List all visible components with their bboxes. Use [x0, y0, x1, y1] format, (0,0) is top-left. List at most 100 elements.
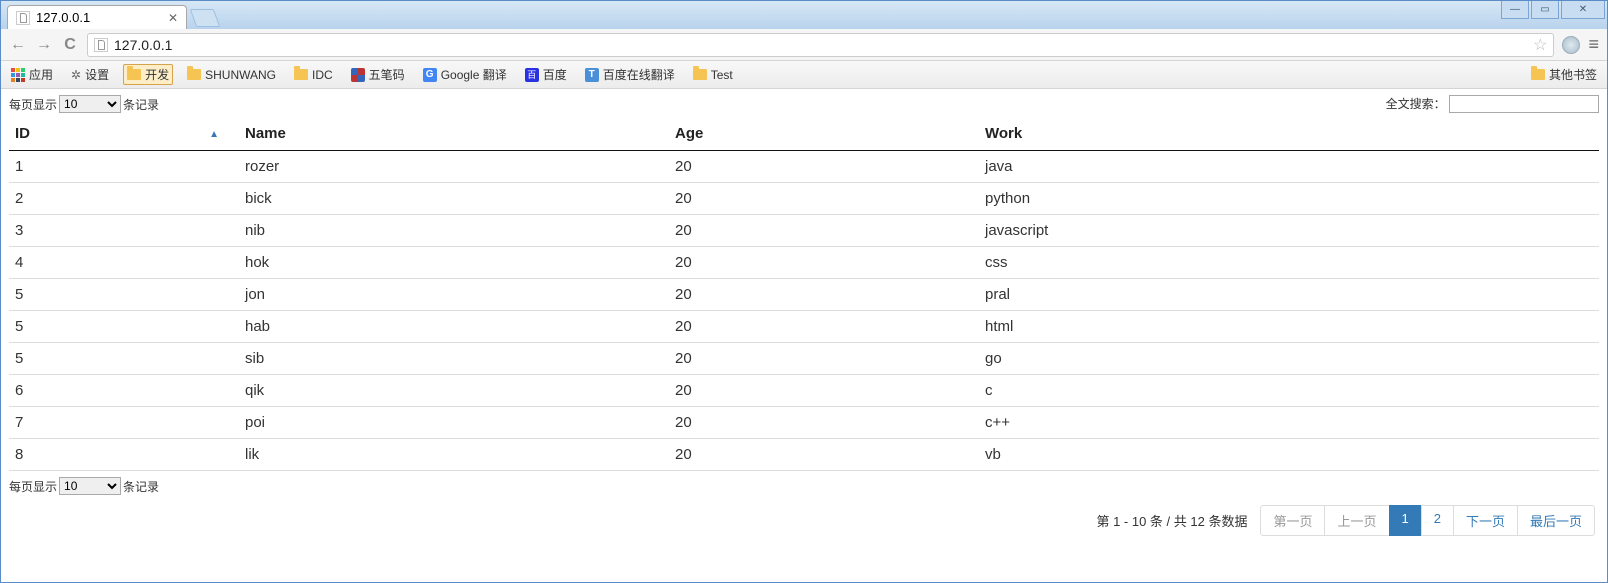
- bookmark-label: Test: [711, 68, 733, 82]
- bookmark-other[interactable]: 其他书签: [1527, 64, 1601, 85]
- folder-icon: [127, 69, 141, 80]
- maximize-button[interactable]: ▭: [1531, 1, 1559, 19]
- table-header-row: ID Name Age Work: [9, 117, 1599, 151]
- cell-work: css: [979, 247, 1599, 279]
- length-prefix: 每页显示: [9, 478, 57, 495]
- cell-name: rozer: [239, 151, 669, 183]
- bookmark-shunwang[interactable]: SHUNWANG: [183, 66, 280, 84]
- page-prev-button[interactable]: 上一页: [1324, 505, 1389, 536]
- bookmark-label: SHUNWANG: [205, 68, 276, 82]
- cell-work: java: [979, 151, 1599, 183]
- cell-id: 8: [9, 439, 239, 471]
- apps-grid-icon: [11, 68, 25, 82]
- page-1-button[interactable]: 1: [1389, 505, 1422, 536]
- cell-age: 20: [669, 279, 979, 311]
- cell-name: poi: [239, 407, 669, 439]
- search-input[interactable]: [1449, 95, 1599, 113]
- page-length-select[interactable]: 10: [59, 95, 121, 113]
- url-input[interactable]: [114, 37, 1527, 53]
- cell-name: hab: [239, 311, 669, 343]
- cell-id: 5: [9, 311, 239, 343]
- table-row: 7poi20c++: [9, 407, 1599, 439]
- page-2-button[interactable]: 2: [1421, 505, 1454, 536]
- new-tab-button[interactable]: [190, 9, 221, 27]
- close-window-button[interactable]: ✕: [1561, 1, 1605, 19]
- length-suffix: 条记录: [123, 478, 159, 495]
- table-body: 1rozer20java2bick20python3nib20javascrip…: [9, 151, 1599, 471]
- table-footer: 第 1 - 10 条 / 共 12 条数据 第一页 上一页 1 2 下一页 最后…: [9, 505, 1599, 536]
- bookmark-google-translate[interactable]: G Google 翻译: [419, 64, 511, 85]
- page-last-button[interactable]: 最后一页: [1517, 505, 1595, 536]
- cell-age: 20: [669, 343, 979, 375]
- cell-id: 1: [9, 151, 239, 183]
- cell-work: pral: [979, 279, 1599, 311]
- cell-age: 20: [669, 375, 979, 407]
- browser-tab[interactable]: 127.0.0.1 ✕: [7, 5, 187, 29]
- baidu-icon: 百: [525, 68, 539, 82]
- address-bar[interactable]: ☆: [87, 33, 1554, 57]
- bookmark-label: 五笔码: [369, 66, 405, 83]
- globe-icon[interactable]: [1562, 36, 1580, 54]
- col-id[interactable]: ID: [9, 117, 239, 151]
- bookmark-star-icon[interactable]: ☆: [1533, 35, 1547, 55]
- cell-age: 20: [669, 215, 979, 247]
- titlebar: 127.0.0.1 ✕ — ▭ ✕: [1, 1, 1607, 29]
- col-name[interactable]: Name: [239, 117, 669, 151]
- gear-icon: ✲: [71, 68, 81, 82]
- length-suffix: 条记录: [123, 96, 159, 113]
- apps-button[interactable]: 应用: [7, 64, 57, 85]
- cell-work: html: [979, 311, 1599, 343]
- bookmark-idc[interactable]: IDC: [290, 66, 337, 84]
- cell-name: hok: [239, 247, 669, 279]
- pagination: 第一页 上一页 1 2 下一页 最后一页: [1261, 505, 1595, 536]
- table-row: 5jon20pral: [9, 279, 1599, 311]
- minimize-button[interactable]: —: [1501, 1, 1529, 19]
- page-first-button[interactable]: 第一页: [1260, 505, 1325, 536]
- cell-name: sib: [239, 343, 669, 375]
- bookmark-baidu-translate[interactable]: T 百度在线翻译: [581, 64, 679, 85]
- tab-close-icon[interactable]: ✕: [168, 11, 178, 25]
- bookmark-label: 百度: [543, 66, 567, 83]
- cell-age: 20: [669, 183, 979, 215]
- forward-button[interactable]: →: [35, 36, 53, 54]
- col-age[interactable]: Age: [669, 117, 979, 151]
- bookmark-dev[interactable]: 开发: [123, 64, 173, 85]
- cell-name: nib: [239, 215, 669, 247]
- back-button[interactable]: ←: [9, 36, 27, 54]
- browser-toolbar: ← → C ☆ ≡: [1, 29, 1607, 61]
- reload-button[interactable]: C: [61, 36, 79, 54]
- page-favicon-icon: [16, 11, 30, 25]
- table-controls-top: 每页显示 10 条记录 全文搜索：: [9, 95, 1599, 113]
- tabstrip: 127.0.0.1 ✕: [1, 1, 217, 29]
- bookmark-wubi[interactable]: 五笔码: [347, 64, 409, 85]
- col-work[interactable]: Work: [979, 117, 1599, 151]
- cell-name: qik: [239, 375, 669, 407]
- tab-title: 127.0.0.1: [36, 10, 90, 25]
- bookmark-label: 百度在线翻译: [603, 66, 675, 83]
- cell-age: 20: [669, 439, 979, 471]
- browser-window: 127.0.0.1 ✕ — ▭ ✕ ← → C ☆ ≡ 应用 ✲ 设置: [0, 0, 1608, 583]
- page-next-button[interactable]: 下一页: [1453, 505, 1518, 536]
- bookmark-baidu[interactable]: 百 百度: [521, 64, 571, 85]
- cell-work: python: [979, 183, 1599, 215]
- table-row: 8lik20vb: [9, 439, 1599, 471]
- page-length-control-bottom: 每页显示 10 条记录: [9, 477, 1599, 495]
- cell-id: 3: [9, 215, 239, 247]
- search-control: 全文搜索：: [1386, 95, 1599, 113]
- cell-id: 4: [9, 247, 239, 279]
- bookmark-settings[interactable]: ✲ 设置: [67, 64, 113, 85]
- cell-id: 6: [9, 375, 239, 407]
- page-length-select-bottom[interactable]: 10: [59, 477, 121, 495]
- bookmark-label: 设置: [85, 66, 109, 83]
- page-length-control: 每页显示 10 条记录: [9, 95, 159, 113]
- cell-age: 20: [669, 407, 979, 439]
- search-label: 全文搜索：: [1386, 97, 1446, 111]
- cell-id: 5: [9, 343, 239, 375]
- cell-work: go: [979, 343, 1599, 375]
- cell-age: 20: [669, 151, 979, 183]
- bookmark-test[interactable]: Test: [689, 66, 737, 84]
- data-table: ID Name Age Work 1rozer20java2bick20pyth…: [9, 117, 1599, 471]
- table-info: 第 1 - 10 条 / 共 12 条数据: [1096, 511, 1247, 530]
- table-row: 1rozer20java: [9, 151, 1599, 183]
- menu-button[interactable]: ≡: [1588, 34, 1599, 55]
